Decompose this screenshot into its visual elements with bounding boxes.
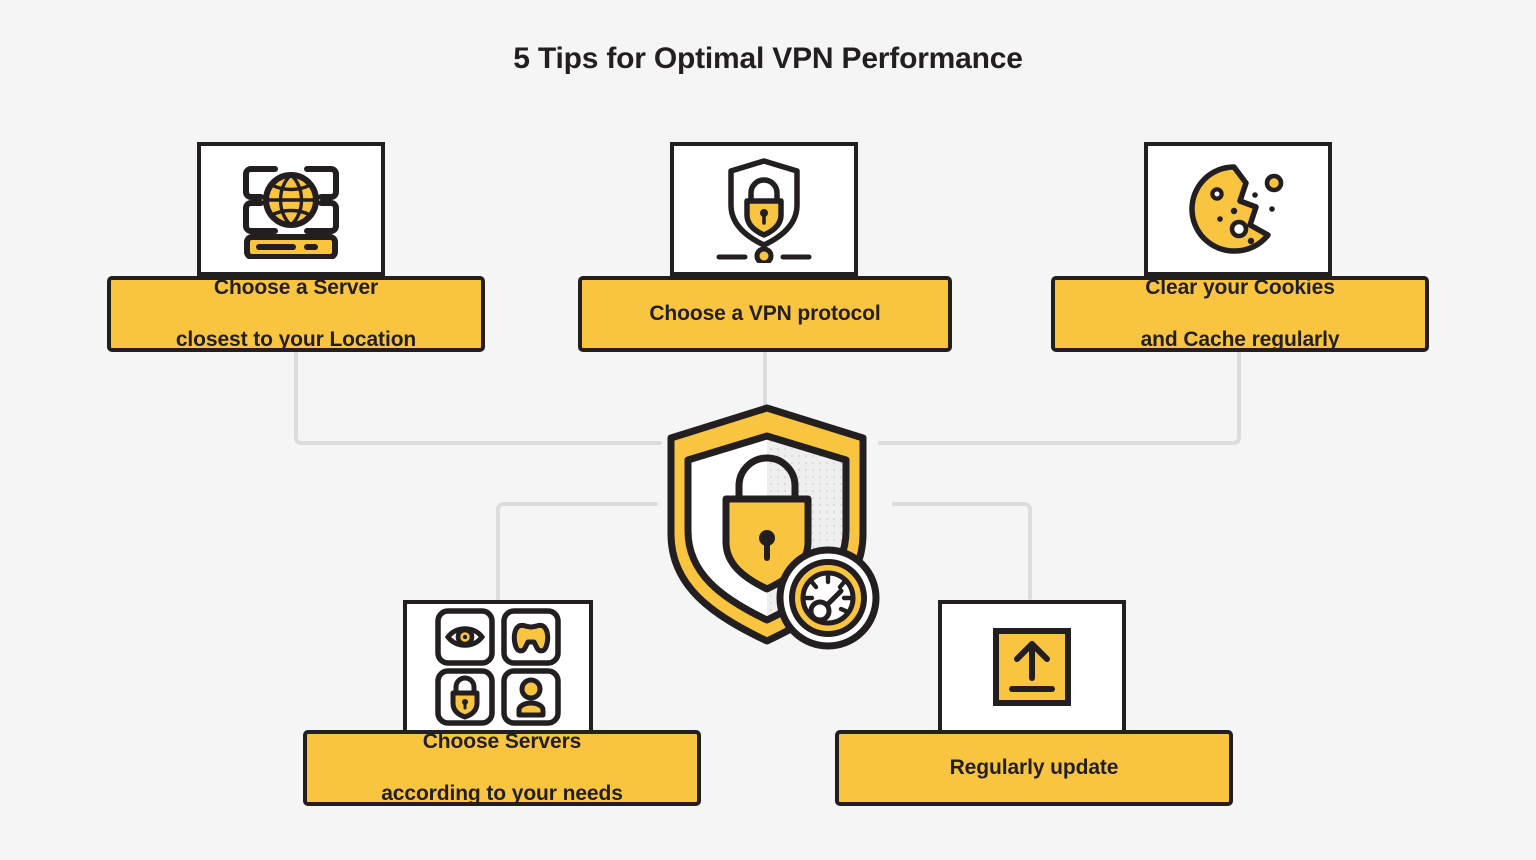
connector-tip4 [496, 502, 658, 602]
label-line-1: Choose a VPN protocol [649, 301, 881, 325]
icon-card-choose-servers-needs [403, 600, 593, 734]
label-vpn-protocol[interactable]: Choose a VPN protocol [578, 276, 952, 352]
label-line-1: Choose a Server [213, 275, 379, 299]
label-line-2: according to your needs [381, 782, 623, 806]
connector-tip3 [878, 350, 1241, 445]
label-line-2: and Cache regularly [1140, 328, 1340, 352]
upload-update-icon [993, 628, 1071, 706]
app-grid-icon [435, 608, 561, 726]
shield-speedometer-icon [667, 404, 880, 650]
icon-card-clear-cookies [1144, 142, 1332, 276]
label-line-1: Clear your Cookies [1145, 275, 1335, 299]
label-line-1: Regularly update [949, 755, 1119, 779]
icon-card-vpn-protocol [670, 142, 858, 276]
label-line-2: closest to your Location [175, 328, 417, 352]
shield-lock-network-icon [716, 158, 812, 263]
connector-tip5 [892, 502, 1032, 600]
label-clear-cookies[interactable]: Clear your Cookies and Cache regularly [1051, 276, 1429, 352]
cookie-icon [1189, 164, 1284, 254]
connector-tip1 [294, 350, 662, 445]
vpn-security-shield-emblem [650, 398, 900, 658]
label-regularly-update[interactable]: Regularly update [835, 730, 1233, 806]
label-choose-servers-needs[interactable]: Choose Servers according to your needs [303, 730, 701, 806]
speedometer-badge [776, 546, 880, 650]
infographic-canvas: 5 Tips for Optimal VPN Performance Choos… [0, 0, 1536, 860]
label-server-location[interactable]: Choose a Server closest to your Location [107, 276, 485, 352]
icon-card-regularly-update [938, 600, 1126, 734]
server-globe-icon [243, 166, 339, 259]
page-title: 5 Tips for Optimal VPN Performance [513, 42, 1023, 75]
icon-card-server-location [197, 142, 385, 276]
label-line-1: Choose Servers [422, 729, 582, 753]
